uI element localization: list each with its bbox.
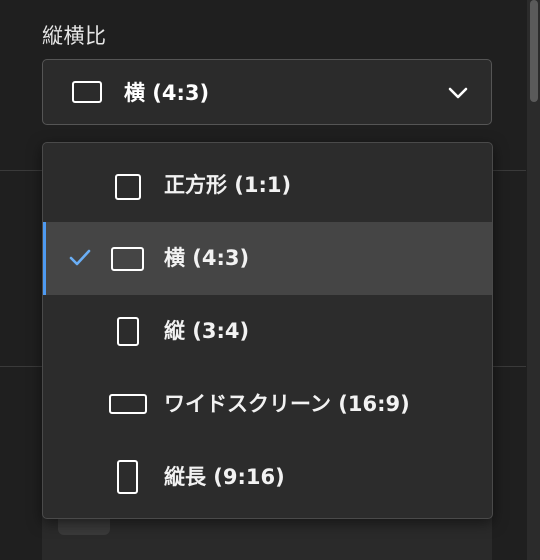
- chevron-down-icon: [448, 87, 468, 99]
- option-widescreen[interactable]: ワイドスクリーン (16:9): [43, 368, 492, 441]
- selected-value: 横 (4:3): [124, 81, 210, 105]
- landscape-4-3-icon: [72, 81, 102, 103]
- option-label: 縦 (3:4): [164, 319, 250, 343]
- option-label: 縦長 (9:16): [164, 465, 285, 489]
- landscape-4-3-icon: [111, 247, 144, 271]
- aspect-ratio-dropdown-menu: 正方形 (1:1) 横 (4:3) 縦 (3:4) ワイドスクリーン (16:9…: [42, 142, 493, 519]
- option-square[interactable]: 正方形 (1:1): [43, 149, 492, 222]
- widescreen-16-9-icon: [109, 394, 147, 414]
- checkmark-icon: [69, 249, 91, 266]
- option-portrait[interactable]: 縦 (3:4): [43, 295, 492, 368]
- portrait-3-4-icon: [117, 317, 139, 346]
- aspect-ratio-panel: 縦横比 横 (4:3) 正方形 (1:1) 横 (4:3) 縦 (3:4) ワイ…: [0, 0, 540, 560]
- option-label: 正方形 (1:1): [164, 173, 292, 197]
- option-label: 横 (4:3): [164, 246, 250, 270]
- aspect-ratio-label: 縦横比: [42, 24, 107, 48]
- tall-9-16-icon: [117, 460, 138, 494]
- square-1-1-icon: [115, 174, 141, 200]
- aspect-ratio-select[interactable]: 横 (4:3): [42, 59, 492, 125]
- option-label: ワイドスクリーン (16:9): [164, 392, 410, 416]
- option-landscape[interactable]: 横 (4:3): [43, 222, 492, 295]
- scrollbar-thumb[interactable]: [530, 0, 538, 102]
- selected-indicator: [43, 222, 46, 295]
- option-tall[interactable]: 縦長 (9:16): [43, 441, 492, 514]
